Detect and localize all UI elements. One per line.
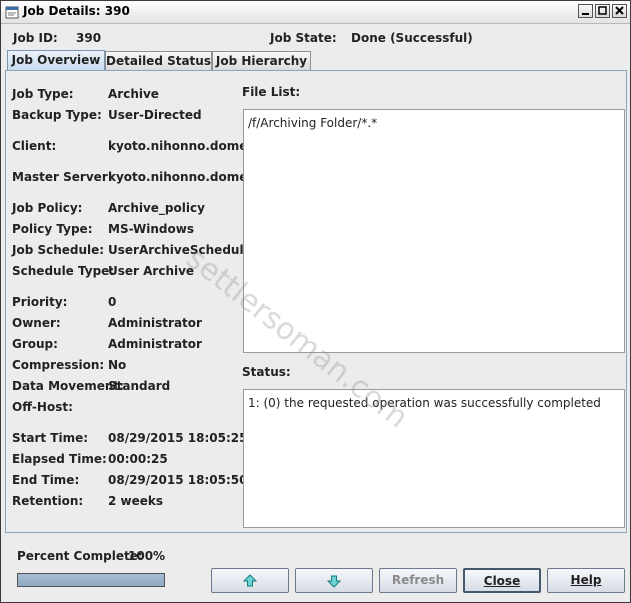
- arrow-down-icon: [326, 575, 342, 588]
- status-box[interactable]: 1: (0) the requested operation was succe…: [243, 389, 625, 528]
- field-value: 2 weeks: [108, 494, 164, 508]
- field-label: Retention:: [12, 494, 84, 508]
- field-label: Client:: [12, 139, 57, 153]
- field-label: Master Server:: [12, 170, 113, 184]
- job-state-value: Done (Successful): [351, 31, 473, 45]
- file-list-box[interactable]: /f/Archiving Folder/*.*: [243, 109, 625, 353]
- field-label: Job Schedule:: [12, 243, 105, 257]
- field-value: kyoto.nihonno.domein: [108, 170, 261, 184]
- field-value: User-Directed: [108, 108, 202, 122]
- close-icon: [615, 6, 624, 15]
- field-value: Administrator: [108, 337, 202, 351]
- field-label: Schedule Type:: [12, 264, 115, 278]
- field-label: Job Type:: [12, 87, 74, 101]
- minimize-icon: [582, 13, 589, 15]
- tab-job-overview[interactable]: Job Overview: [7, 50, 105, 70]
- progress-bar: [17, 573, 165, 587]
- refresh-button[interactable]: Refresh: [379, 568, 457, 593]
- job-details-window: Job Details: 390 Job ID: 390 Job State: …: [0, 0, 631, 603]
- arrow-up-icon: [242, 574, 258, 587]
- field-label: Priority:: [12, 295, 68, 309]
- move-down-button[interactable]: [295, 568, 373, 593]
- field-label: Off-Host:: [12, 400, 73, 414]
- move-up-button[interactable]: [211, 568, 289, 593]
- progress-fill: [18, 574, 164, 586]
- help-button-label: Help: [570, 573, 602, 587]
- field-value: MS-Windows: [108, 222, 194, 236]
- maximize-icon: [598, 6, 607, 15]
- job-id-value: 390: [76, 31, 102, 45]
- minimize-button[interactable]: [578, 4, 593, 18]
- close-button[interactable]: Close: [463, 568, 541, 593]
- help-button[interactable]: Help: [547, 568, 625, 593]
- field-value: No: [108, 358, 127, 372]
- tab-detailed-status[interactable]: Detailed Status: [105, 51, 212, 70]
- field-value: Standard: [108, 379, 171, 393]
- field-value: kyoto.nihonno.domein: [108, 139, 261, 153]
- field-value: Archive: [108, 87, 159, 101]
- field-label: Backup Type:: [12, 108, 102, 122]
- field-value: 00:00:25: [108, 452, 168, 466]
- job-overview-panel: Job Type: Archive Backup Type: User-Directe…: [5, 70, 627, 533]
- field-value: Archive_policy: [108, 201, 205, 215]
- field-value: Administrator: [108, 316, 202, 330]
- job-details-icon: [5, 4, 19, 19]
- percent-complete-value: 100%: [128, 549, 166, 563]
- job-id-label: Job ID:: [13, 31, 58, 45]
- field-label: Elapsed Time:: [12, 452, 107, 466]
- close-window-button[interactable]: [612, 4, 627, 18]
- field-value: 08/29/2015 18:05:50: [108, 473, 248, 487]
- field-label: Job Policy:: [12, 201, 83, 215]
- tab-job-hierarchy[interactable]: Job Hierarchy: [212, 51, 311, 70]
- field-label: Policy Type:: [12, 222, 93, 236]
- field-value: UserArchiveScheduler: [108, 243, 258, 257]
- close-button-label: Close: [483, 574, 521, 588]
- status-label: Status:: [242, 365, 291, 379]
- field-label: Start Time:: [12, 431, 89, 445]
- field-value: 08/29/2015 18:05:25: [108, 431, 248, 445]
- status-line: 1: (0) the requested operation was succe…: [248, 396, 601, 410]
- job-state-label: Job State:: [270, 31, 337, 45]
- file-list-label: File List:: [242, 85, 301, 99]
- percent-complete-label: Percent Complete:: [17, 549, 143, 563]
- window-title: Job Details: 390: [23, 4, 130, 18]
- maximize-button[interactable]: [595, 4, 610, 18]
- field-label: Compression:: [12, 358, 105, 372]
- title-bar[interactable]: Job Details: 390: [1, 1, 630, 24]
- field-value: 0: [108, 295, 117, 309]
- field-label: Owner:: [12, 316, 61, 330]
- file-list-item[interactable]: /f/Archiving Folder/*.*: [248, 116, 377, 130]
- field-label: End Time:: [12, 473, 80, 487]
- field-label: Group:: [12, 337, 58, 351]
